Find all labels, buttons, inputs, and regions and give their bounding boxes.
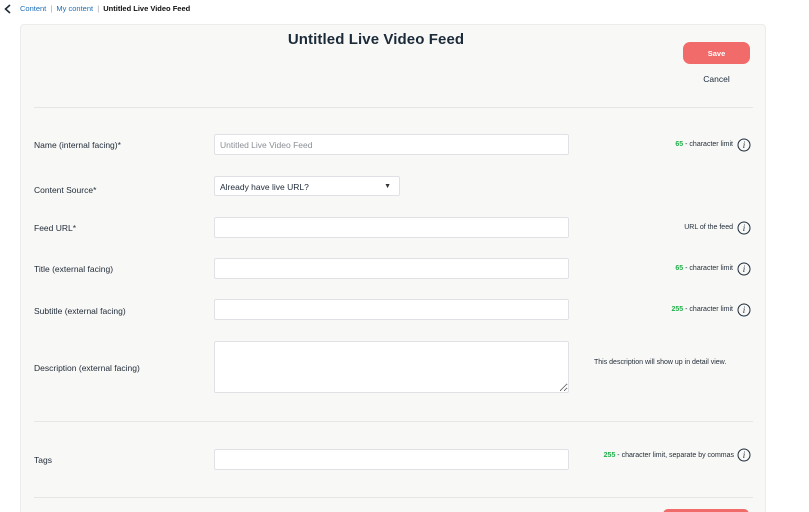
content-source-selected: Already have live URL?	[220, 182, 309, 192]
svg-text:i: i	[743, 223, 746, 233]
tags-hint: 255 - character limit, separate by comma…	[596, 451, 734, 461]
name-limit: 65	[675, 141, 684, 148]
tags-limit: 255	[603, 452, 616, 459]
save-button[interactable]: Save	[683, 42, 750, 64]
info-icon[interactable]: i	[737, 303, 751, 317]
subtitle-hint: 255 - character limit	[672, 306, 733, 313]
svg-text:i: i	[743, 264, 746, 274]
chevron-left-icon[interactable]	[3, 4, 13, 14]
breadcrumb: Content | My content | Untitled Live Vid…	[20, 4, 190, 13]
breadcrumb-my-content[interactable]: My content	[56, 4, 93, 13]
svg-text:i: i	[743, 305, 746, 315]
feed-url-label: Feed URL*	[34, 223, 77, 233]
breadcrumb-separator: |	[97, 4, 100, 13]
title-hint: 65 - character limit	[675, 265, 733, 272]
name-input[interactable]	[214, 134, 569, 155]
info-icon[interactable]: i	[737, 221, 751, 235]
triangle-down-icon: ▼	[384, 183, 391, 190]
breadcrumb-current: Untitled Live Video Feed	[103, 4, 191, 13]
tags-hint-text: - character limit, separate by commas	[617, 452, 734, 459]
cancel-button[interactable]: Cancel	[683, 74, 750, 84]
header-divider	[34, 107, 753, 108]
subtitle-hint-text: - character limit	[685, 306, 733, 313]
description-label: Description (external facing)	[34, 363, 140, 373]
breadcrumb-separator: |	[50, 4, 53, 13]
name-label: Name (internal facing)*	[34, 140, 121, 150]
content-source-label: Content Source*	[34, 185, 97, 195]
name-hint: 65 - character limit	[675, 141, 733, 148]
title-input[interactable]	[214, 258, 569, 279]
subtitle-label: Subtitle (external facing)	[34, 306, 126, 316]
info-icon[interactable]: i	[737, 138, 751, 152]
page-title: Untitled Live Video Feed	[287, 31, 465, 48]
info-icon[interactable]: i	[737, 448, 751, 462]
subtitle-input[interactable]	[214, 299, 569, 320]
info-icon[interactable]: i	[737, 262, 751, 276]
name-hint-text: - character limit	[685, 141, 733, 148]
svg-text:i: i	[743, 140, 746, 150]
tags-input[interactable]	[214, 449, 569, 470]
svg-text:i: i	[743, 450, 746, 460]
content-source-select[interactable]: Already have live URL? ▼	[214, 176, 400, 196]
title-limit: 65	[675, 265, 684, 272]
title-label: Title (external facing)	[34, 264, 114, 274]
section-divider	[34, 421, 753, 422]
subtitle-limit: 255	[671, 306, 684, 313]
footer-divider	[34, 497, 753, 498]
breadcrumb-content[interactable]: Content	[20, 4, 46, 13]
feed-url-hint: URL of the feed	[684, 224, 733, 231]
feed-url-input[interactable]	[214, 217, 569, 238]
title-hint-text: - character limit	[685, 265, 733, 272]
tags-label: Tags	[34, 455, 52, 465]
description-hint: This description will show up in detail …	[594, 359, 727, 366]
description-textarea[interactable]	[214, 341, 569, 393]
top-bar: Content | My content | Untitled Live Vid…	[0, 0, 809, 18]
